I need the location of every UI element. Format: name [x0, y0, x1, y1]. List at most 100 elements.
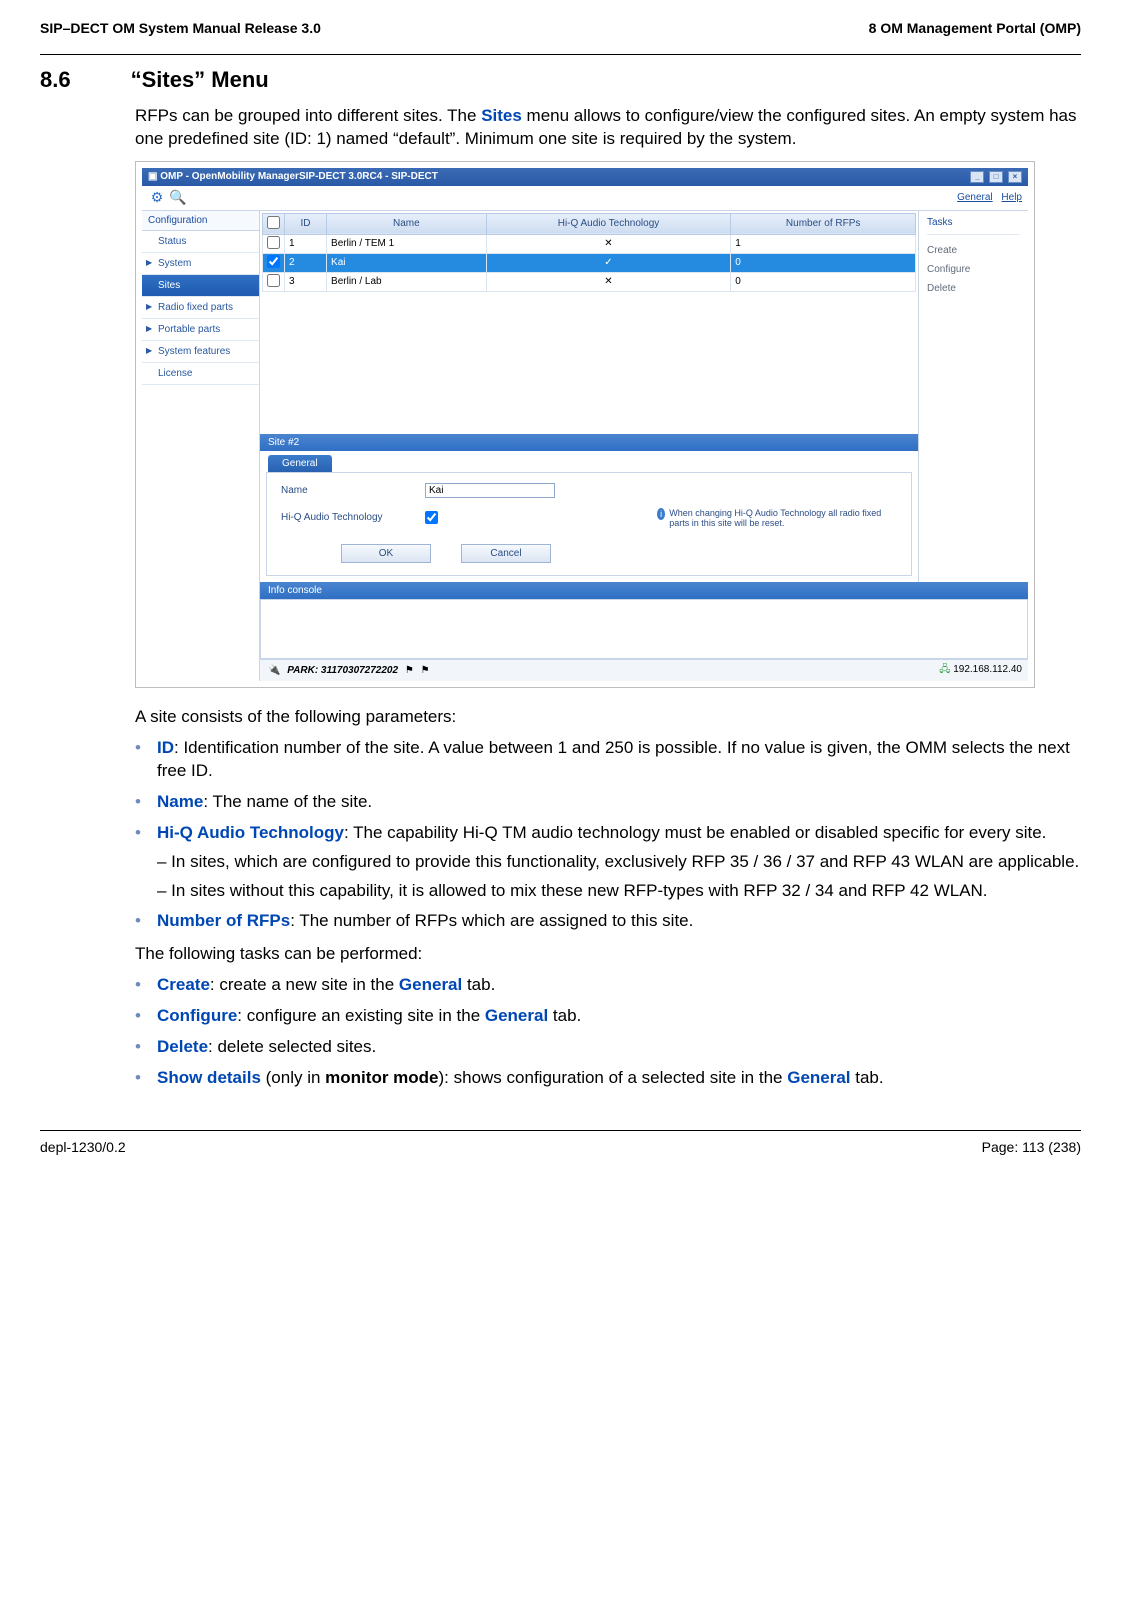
- param-hiq-label: Hi-Q Audio Technology: [157, 823, 344, 842]
- status-bar: 🔌 PARK: 31170307272202 ⚑ ⚑ 🖧 192.168.112…: [260, 659, 1028, 681]
- nav-item-status[interactable]: Status: [142, 231, 259, 253]
- header-rule: [40, 54, 1081, 55]
- maximize-button[interactable]: □: [989, 171, 1003, 183]
- search-icon[interactable]: 🔍: [169, 189, 187, 207]
- list-item: Number of RFPs: The number of RFPs which…: [135, 910, 1081, 933]
- editor-name-input[interactable]: [425, 483, 555, 498]
- info-icon: i: [657, 508, 665, 520]
- task-delete[interactable]: Delete: [927, 279, 1020, 298]
- cell-id: 1: [285, 234, 327, 253]
- cell-hiq: ✓: [486, 253, 731, 272]
- general-keyword: General: [399, 975, 462, 994]
- header-right: 8 OM Management Portal (OMP): [869, 20, 1081, 36]
- task-delete-text: : delete selected sites.: [208, 1037, 376, 1056]
- task-show-text: ): shows configuration of a selected sit…: [439, 1068, 788, 1087]
- param-name-label: Name: [157, 792, 203, 811]
- table-row[interactable]: 3 Berlin / Lab ✕ 0: [263, 272, 916, 291]
- toolbar-link-general[interactable]: General: [957, 192, 993, 203]
- row-checkbox[interactable]: [267, 236, 280, 249]
- titlebar: ▣ OMP - OpenMobility ManagerSIP-DECT 3.0…: [142, 168, 1028, 186]
- nav-item-system-features[interactable]: System features: [142, 341, 259, 363]
- toolbar: ⚙ 🔍 General Help: [142, 186, 1028, 211]
- cell-rfps: 0: [731, 272, 916, 291]
- param-hiq-text: : The capability Hi-Q TM audio technolog…: [344, 823, 1046, 842]
- tab-suffix: tab.: [851, 1068, 884, 1087]
- general-keyword: General: [787, 1068, 850, 1087]
- ok-button[interactable]: OK: [341, 544, 431, 563]
- tab-suffix: tab.: [462, 975, 495, 994]
- intro-paragraph: RFPs can be grouped into different sites…: [135, 105, 1081, 151]
- cell-name: Berlin / TEM 1: [327, 234, 487, 253]
- col-checkbox[interactable]: [263, 213, 285, 234]
- status-flag-icon: ⚑: [405, 665, 414, 676]
- col-hiq[interactable]: Hi-Q Audio Technology: [486, 213, 731, 234]
- doc-header: SIP–DECT OM System Manual Release 3.0 8 …: [40, 20, 1081, 36]
- list-item: ID: Identification number of the site. A…: [135, 737, 1081, 783]
- nav-item-radio-fixed-parts[interactable]: Radio fixed parts: [142, 297, 259, 319]
- tasks-list: Create: create a new site in the General…: [135, 974, 1081, 1090]
- task-configure-label: Configure: [157, 1006, 237, 1025]
- section-number: 8.6: [40, 67, 71, 93]
- nav-item-portable-parts[interactable]: Portable parts: [142, 319, 259, 341]
- content-pane: ID Name Hi-Q Audio Technology Number of …: [260, 211, 1028, 681]
- minimize-button[interactable]: _: [970, 171, 984, 183]
- task-create[interactable]: Create: [927, 241, 1020, 260]
- table-header-row: ID Name Hi-Q Audio Technology Number of …: [263, 213, 916, 234]
- app-icon: ▣: [148, 171, 157, 182]
- col-id[interactable]: ID: [285, 213, 327, 234]
- cell-rfps: 1: [731, 234, 916, 253]
- row-checkbox[interactable]: [267, 255, 280, 268]
- editor-info-text: When changing Hi-Q Audio Technology all …: [669, 508, 897, 528]
- editor-panel: Site #2 General Name Hi-Q Audio T: [260, 434, 918, 576]
- cell-id: 3: [285, 272, 327, 291]
- status-ip: 192.168.112.40: [953, 664, 1022, 675]
- list-item: Hi-Q Audio Technology: The capability Hi…: [135, 822, 1081, 903]
- sites-table: ID Name Hi-Q Audio Technology Number of …: [262, 213, 916, 292]
- cancel-button[interactable]: Cancel: [461, 544, 551, 563]
- param-id-label: ID: [157, 738, 174, 757]
- list-item: Name: The name of the site.: [135, 791, 1081, 814]
- cell-hiq: ✕: [486, 234, 731, 253]
- nav-header: Configuration: [142, 211, 259, 231]
- window-controls: _ □ ×: [968, 171, 1022, 183]
- nav-item-system[interactable]: System: [142, 253, 259, 275]
- table-row[interactable]: 1 Berlin / TEM 1 ✕ 1: [263, 234, 916, 253]
- table-row[interactable]: 2 Kai ✓ 0: [263, 253, 916, 272]
- task-show-mid: (only in: [261, 1068, 325, 1087]
- col-name[interactable]: Name: [327, 213, 487, 234]
- col-rfps[interactable]: Number of RFPs: [731, 213, 916, 234]
- param-rfps-label: Number of RFPs: [157, 911, 290, 930]
- general-keyword: General: [485, 1006, 548, 1025]
- select-all-checkbox[interactable]: [267, 216, 280, 229]
- tasks-intro: The following tasks can be performed:: [135, 943, 1081, 966]
- editor-tab-general[interactable]: General: [268, 455, 332, 472]
- tasks-pane: Tasks Create Configure Delete: [918, 211, 1028, 582]
- status-park: PARK: 31170307272202: [287, 665, 398, 676]
- info-console-header[interactable]: Info console: [260, 582, 1028, 599]
- task-configure[interactable]: Configure: [927, 260, 1020, 279]
- cell-name: Kai: [327, 253, 487, 272]
- editor-header: Site #2: [260, 434, 918, 451]
- section-title: “Sites” Menu: [131, 67, 269, 93]
- task-create-text: : create a new site in the: [210, 975, 399, 994]
- task-show-label: Show details: [157, 1068, 261, 1087]
- gear-icon[interactable]: ⚙: [148, 189, 166, 207]
- nav-pane: Configuration Status System Sites Radio …: [142, 211, 260, 681]
- params-intro: A site consists of the following paramet…: [135, 706, 1081, 729]
- editor-name-label: Name: [281, 485, 411, 496]
- tab-suffix: tab.: [548, 1006, 581, 1025]
- list-item: Create: create a new site in the General…: [135, 974, 1081, 997]
- editor-hiq-checkbox[interactable]: [425, 511, 438, 524]
- toolbar-link-help[interactable]: Help: [1001, 192, 1022, 203]
- task-create-label: Create: [157, 975, 210, 994]
- sites-keyword: Sites: [481, 106, 522, 125]
- tasks-title: Tasks: [927, 215, 1020, 235]
- row-checkbox[interactable]: [267, 274, 280, 287]
- editor-info-note: i When changing Hi-Q Audio Technology al…: [657, 508, 897, 528]
- close-button[interactable]: ×: [1008, 171, 1022, 183]
- nav-item-sites[interactable]: Sites: [142, 275, 259, 297]
- param-hiq-sub1: – In sites, which are configured to prov…: [157, 851, 1081, 874]
- task-delete-label: Delete: [157, 1037, 208, 1056]
- params-list: ID: Identification number of the site. A…: [135, 737, 1081, 934]
- nav-item-license[interactable]: License: [142, 363, 259, 385]
